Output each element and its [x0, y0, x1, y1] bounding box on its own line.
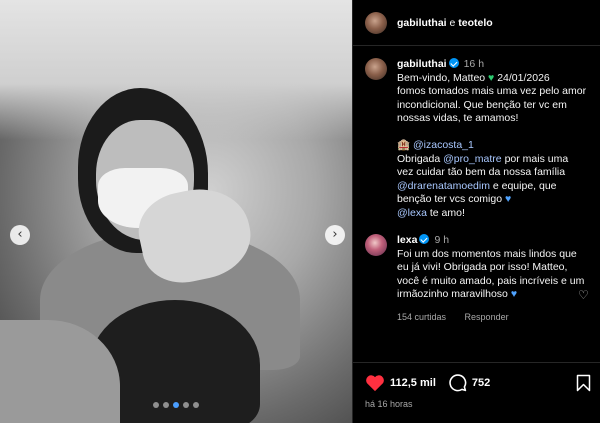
caption-date: 24/01/2026 [497, 71, 550, 84]
caption-time[interactable]: 16 h [464, 58, 484, 70]
post-header: gabiluthai e teotelo [353, 0, 600, 46]
post-side-panel: gabiluthai e teotelo gabiluthai 16 h Bem-… [352, 0, 600, 423]
author-username[interactable]: gabiluthai [397, 17, 447, 29]
verified-badge-icon [448, 58, 459, 68]
hospital-emoji-icon: 🏨 [397, 139, 411, 151]
carousel-dots [0, 402, 352, 408]
carousel-dot[interactable] [153, 402, 159, 408]
mention-link[interactable]: @lexa [397, 207, 427, 219]
comment-body: lexa 9 h Foi um dos momentos mais lindos … [397, 234, 587, 324]
caption-username[interactable]: gabiluthai [397, 58, 447, 70]
blue-heart-icon: ♥ [510, 288, 518, 300]
comment-likes[interactable]: 154 curtidas [397, 312, 446, 322]
comment-like-heart-icon[interactable]: ♡ [578, 288, 589, 302]
caption-comment: gabiluthai 16 h Bem-vindo, Matteo ♥ 24/01… [353, 52, 600, 220]
mention-link[interactable]: @pro_matre [443, 153, 502, 165]
heart-filled-icon[interactable] [365, 374, 385, 392]
mention-link[interactable]: @izacosta_1 [413, 139, 474, 151]
author-avatar[interactable] [365, 11, 387, 34]
carousel-prev-button[interactable]: ‹ [10, 225, 30, 245]
carousel-dot-active[interactable] [173, 402, 179, 408]
carousel-dot[interactable] [183, 402, 189, 408]
carousel-dot[interactable] [193, 402, 199, 408]
green-heart-icon: ♥ [488, 71, 495, 84]
comments-count[interactable]: 752 [472, 377, 490, 389]
coauthor-username[interactable]: teotelo [458, 17, 492, 29]
carousel-dot[interactable] [163, 402, 169, 408]
reply-button[interactable]: Responder [465, 312, 509, 322]
caption-line1: Bem-vindo, Matteo [397, 71, 486, 84]
post-actions: 112,5 mil 752 [353, 362, 600, 402]
comment-time[interactable]: 9 h [434, 234, 449, 246]
comment-item: lexa 9 h Foi um dos momentos mais lindos … [353, 228, 600, 324]
likes-count[interactable]: 112,5 mil [390, 377, 436, 389]
post-timestamp[interactable]: há 16 horas [365, 399, 413, 409]
carousel-next-button[interactable]: › [325, 225, 345, 245]
like-action[interactable]: 112,5 mil [365, 374, 436, 392]
bookmark-icon[interactable] [576, 374, 591, 392]
comment-bubble-icon[interactable] [448, 373, 467, 392]
comment-meta: 154 curtidas Responder [397, 311, 587, 325]
mention-link[interactable]: @drarenatamoedim [397, 180, 490, 192]
caption-text3: te amo! [429, 206, 465, 219]
author-separator: e [449, 16, 456, 29]
verified-badge-icon [419, 234, 430, 244]
post-authors: gabiluthai e teotelo [397, 17, 493, 29]
post-photo[interactable]: ‹ › [0, 0, 352, 423]
caption-avatar[interactable] [365, 58, 387, 80]
commenter-avatar[interactable] [365, 234, 387, 256]
comment-action[interactable]: 752 [448, 373, 490, 392]
blue-heart-icon: ♥ [504, 193, 512, 205]
caption-text1: fomos tomados mais uma vez pelo amor inc… [397, 85, 587, 124]
comment-text: Foi um dos momentos mais lindos que eu j… [397, 247, 585, 301]
caption-text2a: Obrigada [397, 152, 441, 165]
comments-list: gabiluthai 16 h Bem-vindo, Matteo ♥ 24/01… [353, 52, 600, 324]
caption-body: gabiluthai 16 h Bem-vindo, Matteo ♥ 24/01… [397, 58, 587, 220]
commenter-username[interactable]: lexa [397, 234, 417, 246]
